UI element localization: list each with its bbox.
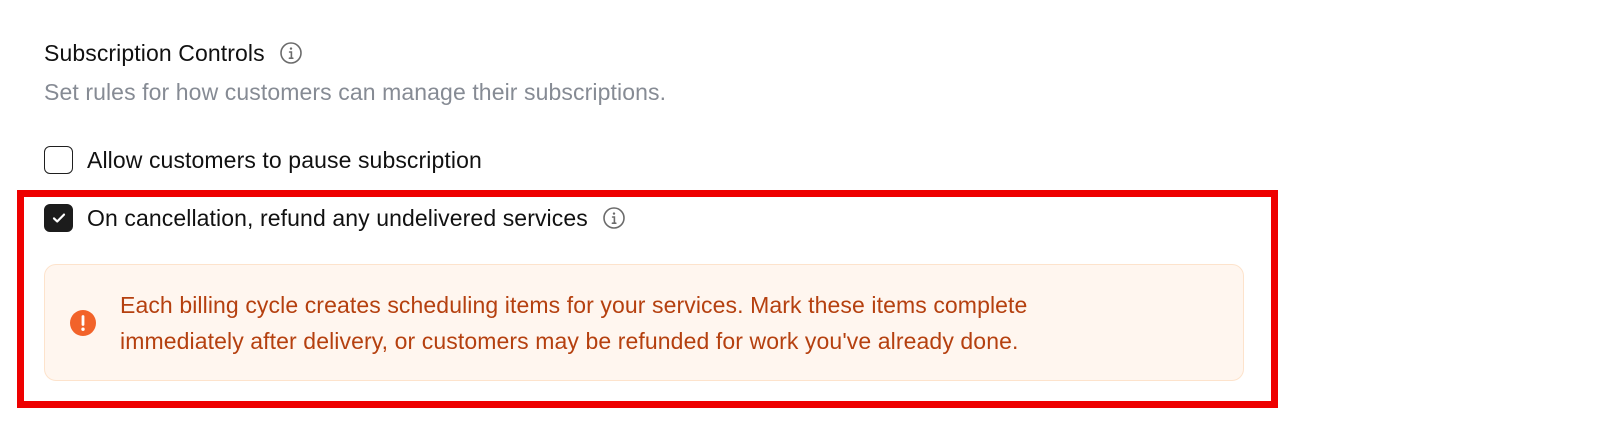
refund-undelivered-option[interactable]: On cancellation, refund any undelivered … — [44, 202, 626, 234]
check-icon — [52, 213, 65, 223]
refund-undelivered-checkbox[interactable] — [44, 204, 73, 232]
pause-subscription-label[interactable]: Allow customers to pause subscription — [87, 147, 482, 174]
section-title: Subscription Controls — [44, 39, 265, 66]
refund-undelivered-label[interactable]: On cancellation, refund any undelivered … — [87, 205, 588, 232]
info-icon[interactable] — [279, 41, 303, 65]
info-icon[interactable] — [602, 206, 626, 230]
warning-line-1: Each billing cycle creates scheduling it… — [120, 291, 1028, 318]
title-row: Subscription Controls — [44, 36, 1284, 70]
exclamation-circle-icon — [69, 309, 97, 337]
pause-subscription-option[interactable]: Allow customers to pause subscription — [44, 144, 482, 176]
refund-warning-callout: Each billing cycle creates scheduling it… — [44, 264, 1244, 381]
warning-line-2: immediately after delivery, or customers… — [120, 327, 1019, 354]
pause-subscription-checkbox[interactable] — [44, 146, 73, 174]
section-subtitle: Set rules for how customers can manage t… — [44, 79, 667, 105]
warning-message: Each billing cycle creates scheduling it… — [120, 287, 1220, 359]
subscription-controls-section: Subscription Controls Set rules for how … — [44, 36, 1284, 381]
